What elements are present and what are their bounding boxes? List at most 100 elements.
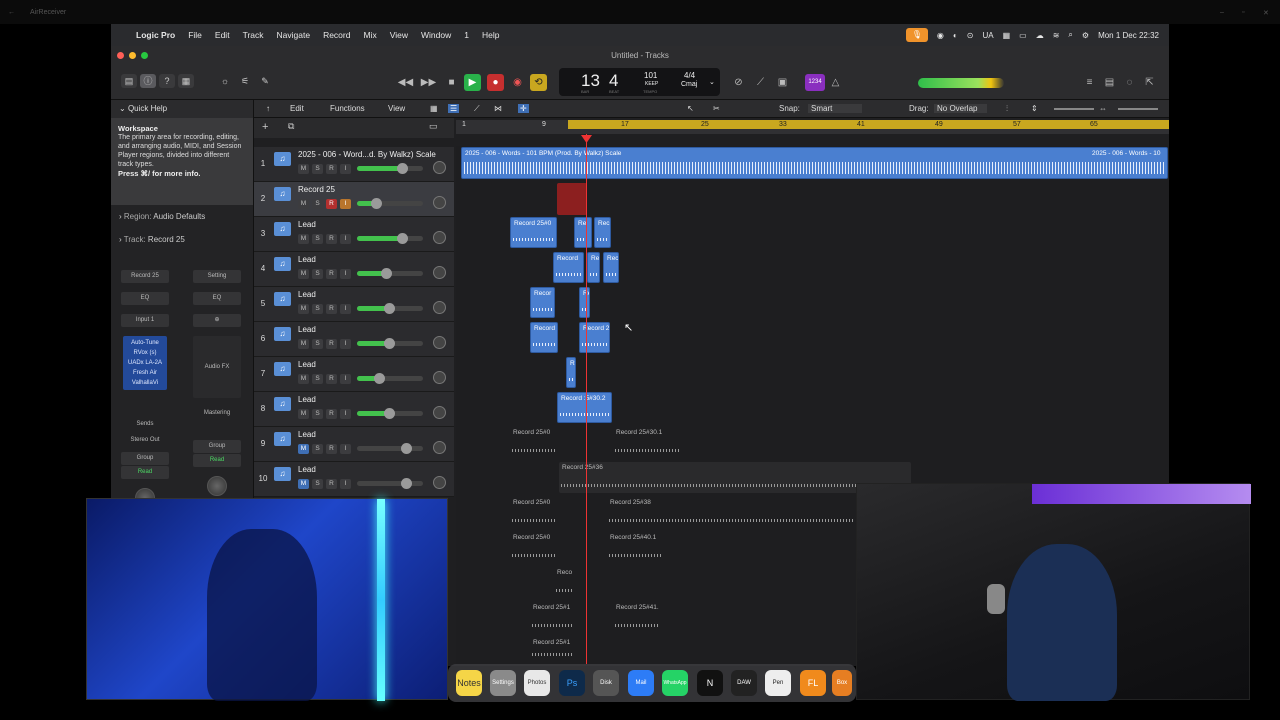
minimize-window-icon[interactable] — [129, 52, 136, 59]
status-icon[interactable]: ◉ — [937, 31, 944, 40]
tuner-icon[interactable]: ⊘ — [730, 74, 747, 91]
notes-app-icon[interactable]: Notes — [456, 670, 482, 696]
strip-output[interactable]: Stereo Out — [121, 434, 169, 447]
volume-fader[interactable] — [357, 163, 423, 174]
solo-button[interactable]: S — [312, 234, 323, 244]
metronome-count-icon[interactable]: ▣ — [774, 74, 791, 91]
close-window-icon[interactable] — [117, 52, 124, 59]
horizontal-zoom-slider[interactable] — [1118, 108, 1158, 110]
vpn-icon[interactable]: ◐ — [953, 31, 958, 40]
region[interactable]: Reco — [554, 567, 576, 598]
track-name[interactable]: 2025 - 006 - Word...d. By Walkz) Scale — [298, 150, 448, 159]
input-monitor-button[interactable]: I — [340, 374, 351, 384]
fast-forward-icon[interactable]: ▶▶ — [420, 74, 437, 91]
solo-button[interactable]: S — [312, 444, 323, 454]
track-header[interactable]: 6 ♫ Lead M S R I — [254, 322, 454, 357]
track-name[interactable]: Record 25 — [298, 185, 448, 194]
secondary-tool-icon[interactable]: ✂ — [713, 104, 720, 113]
mute-button[interactable]: M — [298, 374, 309, 384]
snap-icon[interactable]: ✛ — [518, 104, 529, 113]
region[interactable]: Record 25#0 — [510, 497, 557, 528]
region[interactable]: Record 25#0 — [510, 427, 557, 458]
region[interactable]: Re — [579, 287, 590, 318]
library-icon[interactable]: ▤ — [121, 74, 137, 88]
record-enable-button[interactable]: R — [326, 374, 337, 384]
region-recording[interactable] — [557, 183, 587, 215]
track-header[interactable]: 7 ♫ Lead M S R I — [254, 357, 454, 392]
plugin-slot[interactable]: Fresh Air — [123, 368, 167, 378]
record-enable-button[interactable]: R — [326, 339, 337, 349]
catch-icon[interactable]: ⋈ — [494, 104, 502, 113]
editor-icon[interactable]: ✎ — [257, 74, 273, 88]
drag-select[interactable]: No Overlap — [934, 104, 988, 113]
record-enable-button[interactable]: R — [326, 164, 337, 174]
input-monitor-button[interactable]: I — [340, 339, 351, 349]
add-track-icon[interactable]: + — [262, 121, 268, 133]
master-volume-meter[interactable] — [918, 78, 1004, 88]
notepad-icon[interactable]: ▤ — [1101, 74, 1118, 91]
strip-automation[interactable]: Read — [121, 466, 169, 479]
close-icon[interactable]: ✕ — [1263, 9, 1269, 17]
mute-button[interactable]: M — [298, 409, 309, 419]
photos-app-icon[interactable]: Photos — [524, 670, 550, 696]
strip2-mastering[interactable]: Mastering — [193, 407, 241, 420]
list-view-icon[interactable]: ▦ — [430, 104, 438, 113]
whatsapp-app-icon[interactable]: WhatsApp — [662, 670, 688, 696]
menu-record[interactable]: Record — [323, 30, 350, 40]
track-header[interactable]: 4 ♫ Lead M S R I — [254, 252, 454, 287]
loops-icon[interactable]: ◌ — [1121, 74, 1138, 91]
menu-1[interactable]: 1 — [464, 30, 469, 40]
track-name[interactable]: Lead — [298, 325, 448, 334]
menu-app[interactable]: Logic Pro — [136, 30, 175, 40]
solo-button[interactable]: S — [312, 269, 323, 279]
region[interactable]: Re — [574, 217, 592, 248]
pan-knob[interactable] — [433, 441, 446, 454]
record-enable-button[interactable]: R — [326, 409, 337, 419]
rewind-icon[interactable]: ◀◀ — [397, 74, 414, 91]
record-icon[interactable]: ● — [487, 74, 504, 91]
lcd-chevron-down-icon[interactable]: ⌄ — [709, 78, 715, 86]
plugin-slot[interactable]: ValhallaVi — [123, 378, 167, 388]
track-header[interactable]: 1 ♫ 2025 - 006 - Word...d. By Walkz) Scale… — [254, 147, 454, 182]
strip2-automation[interactable]: Read — [193, 454, 241, 467]
input-monitor-button[interactable]: I — [340, 444, 351, 454]
region[interactable]: Record — [553, 252, 584, 283]
functions-menu[interactable]: Functions — [330, 104, 365, 113]
strip-eq-button[interactable]: EQ — [121, 292, 169, 305]
region[interactable]: Record — [530, 322, 558, 353]
region[interactable]: Record 25#38 — [607, 497, 855, 528]
strip-input-button[interactable]: Input 1 — [121, 314, 169, 327]
menu-help[interactable]: Help — [482, 30, 499, 40]
cycle-region[interactable] — [568, 120, 1169, 129]
volume-knob[interactable] — [397, 233, 409, 244]
mute-button[interactable]: M — [298, 234, 309, 244]
mute-button[interactable]: M — [298, 164, 309, 174]
record-enable-button[interactable]: R — [326, 444, 337, 454]
region[interactable]: Record 25#40.1 — [607, 532, 665, 563]
cloud-icon[interactable]: ☁ — [1036, 31, 1044, 40]
control-badge[interactable]: 1234 — [805, 74, 825, 91]
volume-knob[interactable] — [374, 373, 386, 384]
daw-app-icon[interactable]: DAW — [731, 670, 757, 696]
strip2-link-icon[interactable]: ⊕ — [193, 314, 241, 327]
disk-utility-app-icon[interactable]: Disk — [593, 670, 619, 696]
maximize-icon[interactable]: ▫ — [1242, 9, 1244, 16]
vertical-zoom-slider[interactable] — [1054, 108, 1094, 110]
region[interactable]: Record 25#1 — [530, 602, 576, 633]
quick-help-header[interactable]: ⌄ Quick Help — [111, 100, 253, 118]
track-name[interactable]: Lead — [298, 465, 448, 474]
metronome-icon[interactable]: △ — [827, 74, 844, 91]
input-monitor-button[interactable]: I — [340, 164, 351, 174]
flex-icon[interactable]: ⟋ — [474, 104, 480, 114]
menu-track[interactable]: Track — [243, 30, 264, 40]
photoshop-app-icon[interactable]: Ps — [559, 670, 585, 696]
volume-knob[interactable] — [384, 303, 395, 314]
fl-studio-app-icon[interactable]: FL — [800, 670, 826, 696]
duplicate-track-icon[interactable]: ⧉ — [288, 121, 294, 132]
track-header[interactable]: 5 ♫ Lead M S R I — [254, 287, 454, 322]
battery-icon[interactable]: ▭ — [1019, 31, 1027, 40]
play-icon[interactable]: ▶ — [464, 74, 481, 91]
quick-help-icon[interactable]: ? — [159, 74, 175, 88]
region-beat[interactable]: 2025 - 006 - Words - 101 BPM (Prod. By W… — [461, 147, 1168, 179]
strip2-setting-button[interactable]: Setting — [193, 270, 241, 283]
